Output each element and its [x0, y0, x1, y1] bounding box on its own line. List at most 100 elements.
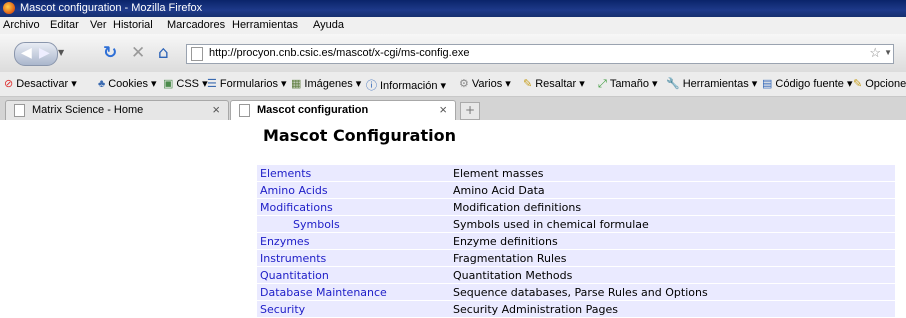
link-elements[interactable]: Elements	[260, 167, 311, 180]
toolbar-item-opciones[interactable]: ✎ Opcione	[853, 77, 906, 90]
menu-bar: Archivo Editar Ver Historial Marcadores …	[0, 17, 906, 34]
link-instruments[interactable]: Instruments	[260, 252, 326, 265]
menu-historial[interactable]: Historial	[113, 19, 153, 31]
page-title: Mascot Configuration	[263, 126, 456, 145]
toolbar-label: Imágenes	[304, 78, 353, 90]
row-description: Modification definitions	[453, 201, 582, 214]
toolbar-label: Desactivar	[16, 78, 69, 90]
table-row: Amino Acids Amino Acid Data	[257, 182, 895, 198]
toolbar-item-formularios[interactable]: ☰ Formularios ▾	[207, 77, 287, 90]
url-dropdown-icon[interactable]: ▼	[884, 48, 892, 57]
toolbar-item-cookies[interactable]: ♣ Cookies ▾	[98, 77, 157, 90]
page-content: Mascot Configuration Elements Element ma…	[0, 120, 906, 317]
web-developer-toolbar: ⊘ Desactivar ▾ ♣ Cookies ▾ ▣ CSS ▾ ☰ Formula…	[0, 72, 906, 97]
tab-label: Matrix Science - Home	[32, 104, 144, 116]
toolbar-label: Varios	[471, 78, 503, 90]
link-security[interactable]: Security	[260, 303, 305, 316]
tab-label: Mascot configuration	[257, 104, 369, 116]
page-icon	[239, 104, 250, 117]
toolbar-item-css[interactable]: ▣ CSS ▾	[163, 77, 208, 90]
config-table: Elements Element masses Amino Acids Amin…	[257, 165, 895, 318]
resize-icon: ⤢	[598, 78, 607, 90]
url-text[interactable]: http://procyon.cnb.csic.es/mascot/x-cgi/…	[209, 47, 469, 59]
close-tab-icon[interactable]: ×	[439, 102, 447, 117]
link-quantitation[interactable]: Quantitation	[260, 269, 329, 282]
image-icon: ▦	[291, 78, 302, 90]
toolbar-label: Información	[380, 80, 438, 92]
back-arrow-icon[interactable]: ◀	[21, 45, 32, 61]
table-row: Elements Element masses	[257, 165, 895, 181]
gear-icon: ⚙	[459, 78, 469, 90]
toolbar-label: Tamaño	[609, 78, 649, 90]
table-row: Enzymes Enzyme definitions	[257, 233, 895, 249]
toolbar-label: Código fuente	[775, 78, 844, 90]
history-dropdown-icon[interactable]: ▼	[58, 48, 64, 57]
toolbar-item-resaltar[interactable]: ✎ Resaltar ▾	[523, 77, 585, 90]
tab-matrix-science-home[interactable]: Matrix Science - Home ×	[5, 100, 229, 121]
menu-marcadores[interactable]: Marcadores	[167, 19, 225, 31]
options-icon: ✎	[853, 78, 863, 90]
row-description: Security Administration Pages	[453, 303, 619, 316]
back-forward-buttons: ◀ ▶	[14, 42, 58, 66]
menu-ver[interactable]: Ver	[90, 19, 107, 31]
table-row: Modifications Modification definitions	[257, 199, 895, 215]
link-database-maintenance[interactable]: Database Maintenance	[260, 286, 387, 299]
table-row: Security Security Administration Pages	[257, 301, 895, 317]
menu-editar[interactable]: Editar	[50, 19, 79, 31]
row-description: Element masses	[453, 167, 544, 180]
row-description: Amino Acid Data	[453, 184, 545, 197]
window-titlebar: Mascot configuration - Mozilla Firefox	[0, 0, 906, 17]
toolbar-item-informacion[interactable]: ⓘ Información ▾	[366, 77, 446, 93]
stop-icon[interactable]: ✕	[131, 43, 145, 63]
row-description: Symbols used in chemical formulae	[453, 218, 649, 231]
toolbar-label: Cookies	[108, 78, 148, 90]
bookmark-star-icon[interactable]: ☆	[869, 45, 881, 61]
link-symbols[interactable]: Symbols	[293, 218, 340, 231]
toolbar-label: Herramientas	[682, 78, 749, 90]
css-icon: ▣	[163, 78, 174, 90]
row-description: Quantitation Methods	[453, 269, 573, 282]
table-row: Quantitation Quantitation Methods	[257, 267, 895, 283]
menu-herramientas[interactable]: Herramientas	[232, 19, 298, 31]
toolbar-item-imagenes[interactable]: ▦ Imágenes ▾	[291, 77, 361, 90]
pencil-icon: ✎	[523, 78, 533, 90]
table-row: Symbols Symbols used in chemical formula…	[257, 216, 895, 232]
toolbar-label: Resaltar	[535, 78, 577, 90]
tab-mascot-configuration[interactable]: Mascot configuration ×	[230, 100, 456, 121]
link-modifications[interactable]: Modifications	[260, 201, 333, 214]
page-icon	[14, 104, 25, 117]
source-icon: ▤	[762, 78, 773, 90]
toolbar-item-varios[interactable]: ⚙ Varios ▾	[459, 77, 511, 90]
forward-arrow-icon[interactable]: ▶	[39, 45, 50, 61]
toolbar-item-codigo-fuente[interactable]: ▤ Código fuente ▾	[762, 77, 852, 90]
table-row: Database Maintenance Sequence databases,…	[257, 284, 895, 300]
link-enzymes[interactable]: Enzymes	[260, 235, 309, 248]
toolbar-label: Formularios	[219, 78, 278, 90]
table-row: Instruments Fragmentation Rules	[257, 250, 895, 266]
toolbar-item-desactivar[interactable]: ⊘ Desactivar ▾	[4, 77, 77, 90]
reload-icon[interactable]: ↻	[103, 43, 117, 63]
navigation-toolbar: ◀ ▶ ▼ ↻ ✕ ⌂ http://procyon.cnb.csic.es/m…	[0, 34, 906, 72]
menu-archivo[interactable]: Archivo	[3, 19, 40, 31]
home-icon[interactable]: ⌂	[158, 43, 169, 63]
page-icon	[191, 47, 203, 61]
info-icon: ⓘ	[366, 80, 377, 92]
row-description: Fragmentation Rules	[453, 252, 567, 265]
wrench-icon: 🔧	[666, 78, 680, 90]
url-bar[interactable]: http://procyon.cnb.csic.es/mascot/x-cgi/…	[186, 44, 894, 64]
new-tab-button[interactable]: +	[460, 102, 480, 120]
link-amino-acids[interactable]: Amino Acids	[260, 184, 328, 197]
menu-ayuda[interactable]: Ayuda	[313, 19, 344, 31]
row-description: Enzyme definitions	[453, 235, 558, 248]
row-description: Sequence databases, Parse Rules and Opti…	[453, 286, 708, 299]
form-icon: ☰	[207, 78, 217, 90]
firefox-logo-icon	[3, 2, 15, 14]
no-entry-icon: ⊘	[4, 78, 14, 90]
toolbar-label: CSS	[176, 78, 200, 90]
close-tab-icon[interactable]: ×	[212, 102, 220, 117]
toolbar-item-tamano[interactable]: ⤢ Tamaño ▾	[598, 77, 658, 91]
cookie-icon: ♣	[98, 78, 106, 90]
toolbar-label: Opcione	[865, 78, 906, 90]
window-title: Mascot configuration - Mozilla Firefox	[20, 2, 203, 14]
toolbar-item-herramientas[interactable]: 🔧 Herramientas ▾	[666, 77, 757, 90]
